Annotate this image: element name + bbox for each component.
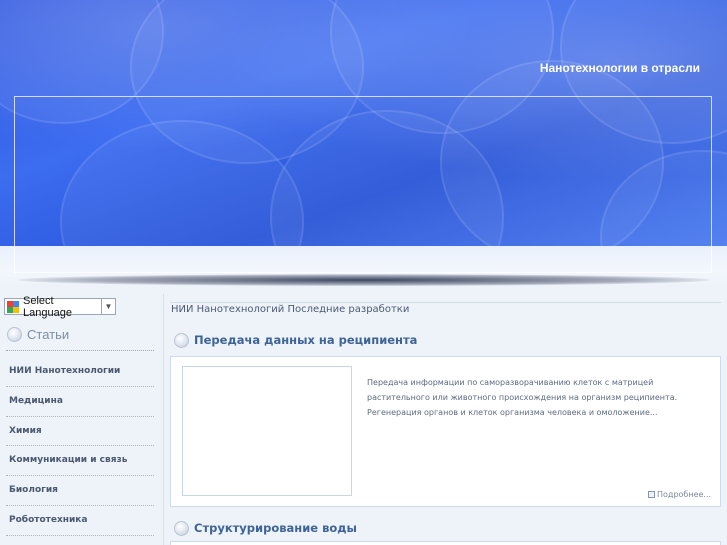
bullet-icon xyxy=(7,326,22,342)
sidebar-item-label: Химия xyxy=(9,425,42,436)
article-text-line: Регенерация органов и клеток организма ч… xyxy=(367,408,658,417)
bullet-icon xyxy=(174,332,189,348)
sidebar-item-chemistry[interactable]: Химия xyxy=(0,417,160,447)
sidebar-item-label: Биология xyxy=(9,485,58,496)
article-heading[interactable]: Передача данных на реципиента xyxy=(174,332,417,348)
language-select[interactable]: Select Language ▼ xyxy=(4,295,116,319)
read-more-label: Подробнее... xyxy=(657,490,712,499)
header-shadow xyxy=(18,274,710,286)
article-thumbnail[interactable] xyxy=(182,366,352,496)
article-text-line: Передача информации по саморазворачивани… xyxy=(367,378,654,387)
google-translate-icon xyxy=(7,300,19,313)
document-icon xyxy=(648,491,655,498)
sidebar-title: Статьи xyxy=(7,326,69,342)
read-more-link[interactable]: Подробнее... xyxy=(648,490,711,499)
article-card xyxy=(170,541,721,545)
article-title[interactable]: Структурирование воды xyxy=(194,521,357,535)
sidebar-item-biology[interactable]: Биология xyxy=(0,476,160,506)
article-heading[interactable]: Структурирование воды xyxy=(174,520,357,536)
article-text: Передача информации по саморазворачивани… xyxy=(367,375,707,420)
sidebar-item-robotics[interactable]: Робототехника xyxy=(0,506,160,536)
article-text-line: растительного или животного происхождени… xyxy=(367,393,678,402)
sidebar-item-label: Коммуникации и связь xyxy=(9,455,128,466)
sidebar-item-label: Медицина xyxy=(9,395,63,406)
sidebar-item-medicine[interactable]: Медицина xyxy=(0,387,160,417)
header-tagline[interactable]: Нанотехнологии в отрасли xyxy=(540,61,700,75)
sidebar-item-label: Робототехника xyxy=(9,514,88,525)
header-frame xyxy=(14,96,712,273)
divider xyxy=(6,350,154,351)
sidebar-item-nii-nanotech[interactable]: НИИ Нанотехнологии xyxy=(0,357,160,387)
breadcrumb: НИИ Нанотехнологий Последние разработки xyxy=(171,304,410,315)
article-title[interactable]: Передача данных на реципиента xyxy=(194,333,417,347)
chevron-down-icon[interactable]: ▼ xyxy=(101,299,115,314)
sidebar-item-label: НИИ Нанотехнологии xyxy=(9,366,121,376)
bullet-icon xyxy=(174,520,189,536)
sidebar-item-communications[interactable]: Коммуникации и связь xyxy=(0,446,160,476)
language-select-label: Select Language xyxy=(23,294,72,319)
sidebar-menu: НИИ Нанотехнологии Медицина Химия Коммун… xyxy=(0,357,160,536)
sidebar-title-text: Статьи xyxy=(27,326,70,342)
